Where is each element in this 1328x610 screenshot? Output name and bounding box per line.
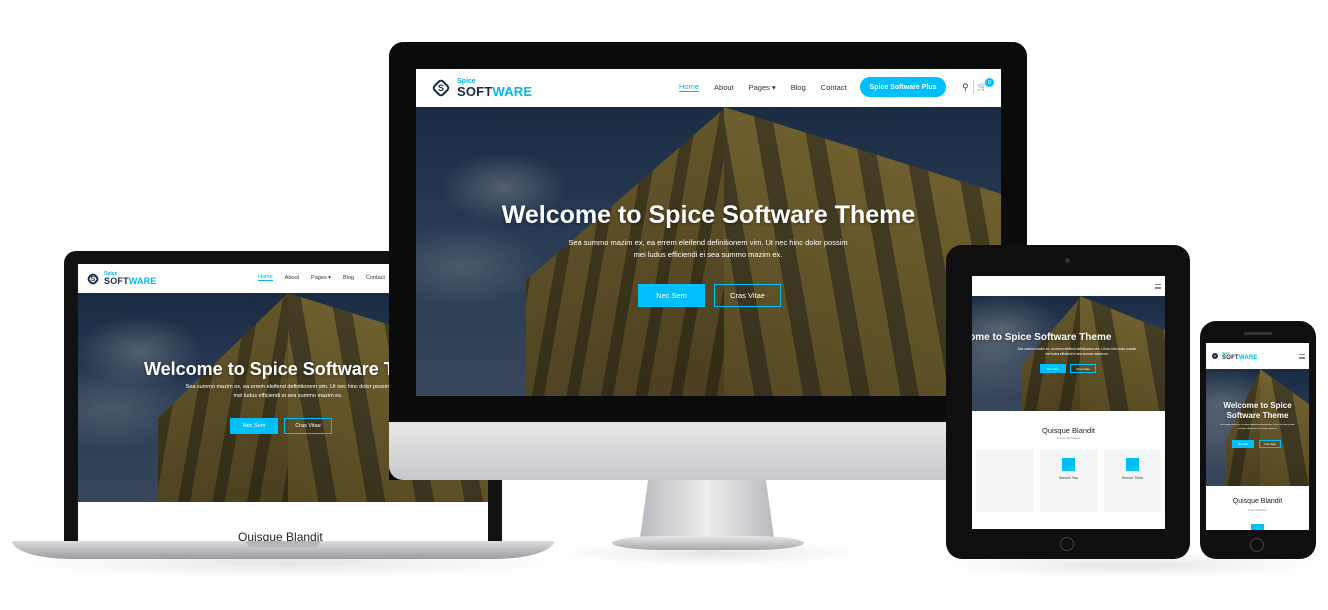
- phone-hero: Welcome to Spice Software Theme Sea summ…: [1206, 369, 1309, 486]
- logo-main-text: SOFTWARE: [457, 84, 533, 99]
- tablet-hero: Welcome to Spice Software Theme Sea summ…: [972, 296, 1165, 411]
- laptop-menu: Home About Pages ▾ Blog Contact: [258, 274, 385, 281]
- nav-divider: [973, 80, 974, 94]
- phone-home-button: [1250, 538, 1264, 552]
- tablet-screen: Welcome to Spice Software Theme Sea summ…: [972, 276, 1165, 529]
- monitor-cras-vitae-button[interactable]: Cras Vitae: [714, 284, 781, 307]
- cart-count-badge: 0: [985, 78, 994, 87]
- phone-menu-icon[interactable]: [1299, 354, 1305, 359]
- menu-item-contact[interactable]: Contact: [366, 275, 385, 281]
- tablet-hero-title: Welcome to Spice Software Theme: [972, 332, 1112, 343]
- logo-mark-icon: [431, 78, 451, 98]
- service-card-two: Service Two: [1040, 450, 1097, 512]
- phone-navbar: Spice SOFTWARE: [1206, 343, 1309, 369]
- logo-main-text: SOFTWARE: [104, 275, 157, 286]
- monitor-logo[interactable]: Spice SOFTWARE: [431, 78, 533, 99]
- phone-speaker: [1244, 332, 1272, 335]
- menu-item-home[interactable]: Home: [679, 82, 700, 92]
- monitor-chin: [389, 422, 1027, 480]
- monitor-nec-sem-button[interactable]: Nec Sem: [638, 284, 705, 307]
- service-three-title: Service Three: [1121, 476, 1144, 480]
- menu-item-home[interactable]: Home: [258, 274, 273, 281]
- tablet-cras-vitae-button[interactable]: Cras Vitae: [1070, 364, 1096, 373]
- phone-service-icon: [1251, 524, 1264, 530]
- menu-item-blog[interactable]: Blog: [791, 83, 806, 92]
- spice-software-plus-button[interactable]: Spice Software Plus: [860, 77, 946, 97]
- menu-item-pages[interactable]: Pages ▾: [311, 275, 331, 281]
- phone-hero-subtitle: Sea summo mazim ex, ea errem eleifend de…: [1220, 424, 1295, 430]
- service-card-three: Service Three: [1104, 450, 1161, 512]
- service-two-icon: [1062, 458, 1075, 471]
- monitor-screen: Spice SOFTWARE Home About Pages ▾ Blog C…: [416, 69, 1001, 396]
- monitor-menu: Home About Pages ▾ Blog Contact: [679, 82, 847, 92]
- menu-item-about[interactable]: About: [285, 275, 299, 281]
- service-card-one: [976, 450, 1033, 512]
- logo-mark-icon: [85, 271, 101, 286]
- phone-screen: Spice SOFTWARE Welcome to Spice Software…: [1206, 343, 1309, 530]
- service-two-title: Service Two: [1059, 476, 1078, 480]
- tablet-section-title: Quisque Blandit: [1042, 426, 1095, 435]
- monitor-stand: [640, 480, 774, 538]
- responsive-devices-mockup: Spice SOFTWARE Home About Pages ▾ Blog C…: [0, 0, 1328, 610]
- tablet-nec-sem-button[interactable]: Nec Sem: [1040, 364, 1066, 373]
- tablet-hero-subtitle: Sea summo mazim ex, ea errem eleifend de…: [1017, 347, 1137, 356]
- laptop-cras-vitae-button[interactable]: Cras Vitae: [284, 418, 332, 434]
- phone-nec-sem-button[interactable]: Nec Sem: [1232, 440, 1254, 448]
- phone-cras-vitae-button[interactable]: Cras Vitae: [1259, 440, 1281, 448]
- tablet-camera: [1065, 258, 1070, 263]
- laptop-hero-subtitle: Sea summo mazim ex, ea errem eleifend de…: [185, 384, 391, 399]
- monitor-hero-subtitle: Sea summo mazim ex, ea errem eleifend de…: [568, 238, 848, 259]
- phone-hero-title: Welcome to Spice Software Theme: [1223, 401, 1292, 420]
- menu-item-about[interactable]: About: [714, 83, 734, 92]
- laptop-nec-sem-button[interactable]: Nec Sem: [230, 418, 278, 434]
- monitor-hero-title: Welcome to Spice Software Theme: [501, 201, 916, 229]
- search-icon[interactable]: ⚲: [962, 82, 969, 93]
- menu-item-contact[interactable]: Contact: [821, 83, 847, 92]
- monitor-navbar: Spice SOFTWARE Home About Pages ▾ Blog C…: [416, 69, 1001, 107]
- tablet-home-button: [1060, 537, 1074, 551]
- laptop-notch: [246, 541, 320, 547]
- menu-item-pages[interactable]: Pages ▾: [749, 83, 776, 92]
- laptop-logo[interactable]: Spice SOFTWARE: [85, 271, 157, 286]
- phone-section-subtitle: Fusce Vel Massa: [1247, 509, 1268, 512]
- service-three-icon: [1126, 458, 1139, 471]
- phone-logo[interactable]: Spice SOFTWARE: [1210, 351, 1258, 361]
- menu-item-blog[interactable]: Blog: [343, 275, 354, 281]
- logo-main-text: SOFTWARE: [1222, 354, 1258, 361]
- tablet-section-subtitle: Fusce Vel Massa: [1057, 436, 1080, 440]
- phone-section-title: Quisque Blandit: [1232, 498, 1283, 505]
- monitor-hero: Welcome to Spice Software Theme Sea summ…: [416, 107, 1001, 396]
- monitor-base: [612, 536, 804, 550]
- logo-mark-icon: [1210, 351, 1220, 361]
- tablet-menu-icon[interactable]: [1155, 284, 1161, 289]
